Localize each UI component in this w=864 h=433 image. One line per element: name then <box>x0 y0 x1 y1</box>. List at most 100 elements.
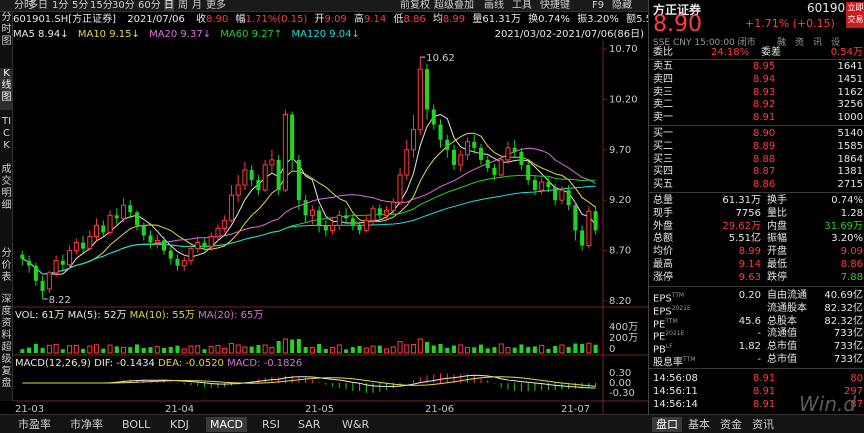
period-tab[interactable]: 1分 <box>52 0 68 12</box>
volume-bar <box>101 348 106 353</box>
volume-bar <box>242 346 248 354</box>
period-tab[interactable]: 周 <box>178 0 188 12</box>
period-tab[interactable]: 月 <box>192 0 202 12</box>
candle <box>81 235 86 253</box>
volume-bar <box>498 343 504 354</box>
volume-bar <box>94 344 100 354</box>
indicator-tab[interactable]: RSI <box>258 417 284 432</box>
indicator-tab[interactable]: KDJ <box>166 417 193 432</box>
volume-bar <box>276 341 281 353</box>
indicator-tab[interactable]: 市净率 <box>66 417 107 432</box>
toolbar-action[interactable]: 画线 <box>484 0 504 12</box>
finance-row: EPSTTM 0.20 自由流通 40.69亿 <box>653 290 863 305</box>
volume-bar <box>148 347 153 353</box>
ask-row: 卖三 8.93 1162 <box>653 86 863 98</box>
candle <box>451 144 457 170</box>
trade-button[interactable]: 立即 交易 <box>846 2 864 28</box>
finance-row: EPS2021E 流通股本 82.32亿 <box>653 302 863 318</box>
view-tab[interactable]: 深度资料 <box>0 294 13 341</box>
candle <box>222 215 228 233</box>
toolbar-action[interactable]: 工具 <box>512 0 532 12</box>
quote-tab[interactable]: 盘口 <box>652 417 682 432</box>
date-tick: 21-05 <box>305 404 334 414</box>
date-range: 2021/03/02-2021/07/06(86日) <box>494 29 644 40</box>
period-tab[interactable]: 更多 <box>206 0 226 12</box>
volume-bar <box>384 348 390 354</box>
period-tab[interactable]: 60分 <box>138 0 161 12</box>
candle <box>235 175 241 203</box>
amp-value: 3.20% <box>587 14 619 25</box>
price-tick: 9.20 <box>609 195 631 206</box>
candle <box>411 114 417 158</box>
volume-bar <box>228 343 234 354</box>
view-tab[interactable]: 超级复盘 <box>0 342 13 398</box>
amp-label: 振 <box>577 14 588 25</box>
candle <box>458 149 464 172</box>
view-tab[interactable]: 成交明细 <box>0 164 13 216</box>
view-tab[interactable]: K线图 <box>0 68 13 110</box>
candle <box>20 250 25 266</box>
view-tab[interactable]: 分价表 <box>0 248 13 290</box>
volume-bar <box>357 346 362 353</box>
view-tab[interactable]: TICK <box>0 116 13 162</box>
indicator-tab[interactable]: MACD <box>206 417 247 432</box>
quote-tab[interactable]: 资讯 <box>748 417 778 432</box>
period-tab[interactable]: 多日 <box>28 0 48 12</box>
volume-bar <box>492 347 497 353</box>
indicator-tab[interactable]: 市盈率 <box>14 417 55 432</box>
volume-bar <box>73 344 79 354</box>
candlestick-chart[interactable]: 10.70 10.20 9.70 9.20 8.70 8.20 10.62 8.22 VOL: … <box>13 41 648 414</box>
quote-tab[interactable]: 基本 <box>684 417 714 432</box>
volume-bar <box>438 344 443 353</box>
period-tab[interactable]: 5分 <box>72 0 88 12</box>
volume-bar <box>154 346 160 354</box>
ma60-legend: MA60 9.27↑ <box>220 29 283 40</box>
toolbar-action[interactable]: 前复权 <box>400 0 430 12</box>
period-tab[interactable]: 日 <box>164 0 174 12</box>
bid-row: 买三 8.88 1864 <box>653 153 863 165</box>
toolbar-action[interactable]: 隐藏 <box>612 0 632 12</box>
low-label: 低 <box>393 14 404 25</box>
volume-bar <box>161 348 167 353</box>
volume-bar <box>566 347 571 353</box>
candle <box>269 149 275 172</box>
toolbar-action[interactable]: F9 <box>592 0 604 12</box>
low-value: 8.86 <box>403 14 426 25</box>
indicator-tab[interactable]: BOLL <box>118 417 154 432</box>
volume-bar <box>397 341 403 354</box>
indicator-tab[interactable]: W&R <box>338 417 373 432</box>
volume-bar <box>478 344 483 353</box>
volume-bar <box>20 349 25 353</box>
volume-bar <box>53 344 59 354</box>
volume-bar <box>505 347 511 354</box>
ma5-legend: MA5 8.94↓ <box>13 29 69 40</box>
date-tick: 21-06 <box>425 404 454 414</box>
toolbar-action[interactable]: 快捷键 <box>540 0 570 12</box>
stock-date: 2021/07/06 <box>127 14 185 25</box>
period-tab[interactable]: 15分 <box>90 0 113 12</box>
quote-panel: 方正证券 601901 立即 交易 8.90 +1.71% (+0.15) SSE CNY… <box>648 0 864 433</box>
volume-bar <box>425 342 430 353</box>
candle <box>228 185 234 223</box>
indicator-tab[interactable]: SAR <box>294 417 324 432</box>
period-tab[interactable]: 30分 <box>112 0 135 12</box>
toolbar-action[interactable]: 超级叠加 <box>434 0 474 12</box>
candle <box>580 225 585 251</box>
volume-bar <box>472 347 477 353</box>
view-tab[interactable]: 分时图 <box>0 12 13 52</box>
candle <box>46 270 52 293</box>
candle <box>33 262 38 286</box>
candle <box>175 254 180 271</box>
ma-line <box>22 147 596 275</box>
candle <box>107 210 113 236</box>
turnover-value: 0.74% <box>538 14 570 25</box>
vol-legend: VOL: 61万 MA(5): 52万 MA(10): 55万 MA(20): … <box>15 310 263 321</box>
avg-value: 8.99 <box>442 14 466 25</box>
candle <box>303 195 308 223</box>
candle <box>431 104 436 130</box>
candle <box>296 154 301 211</box>
price-tick: 8.20 <box>609 296 631 307</box>
quote-tab[interactable]: 资金 <box>716 417 746 432</box>
volume-bar <box>114 346 119 353</box>
turnover-label: 换 <box>528 14 539 25</box>
